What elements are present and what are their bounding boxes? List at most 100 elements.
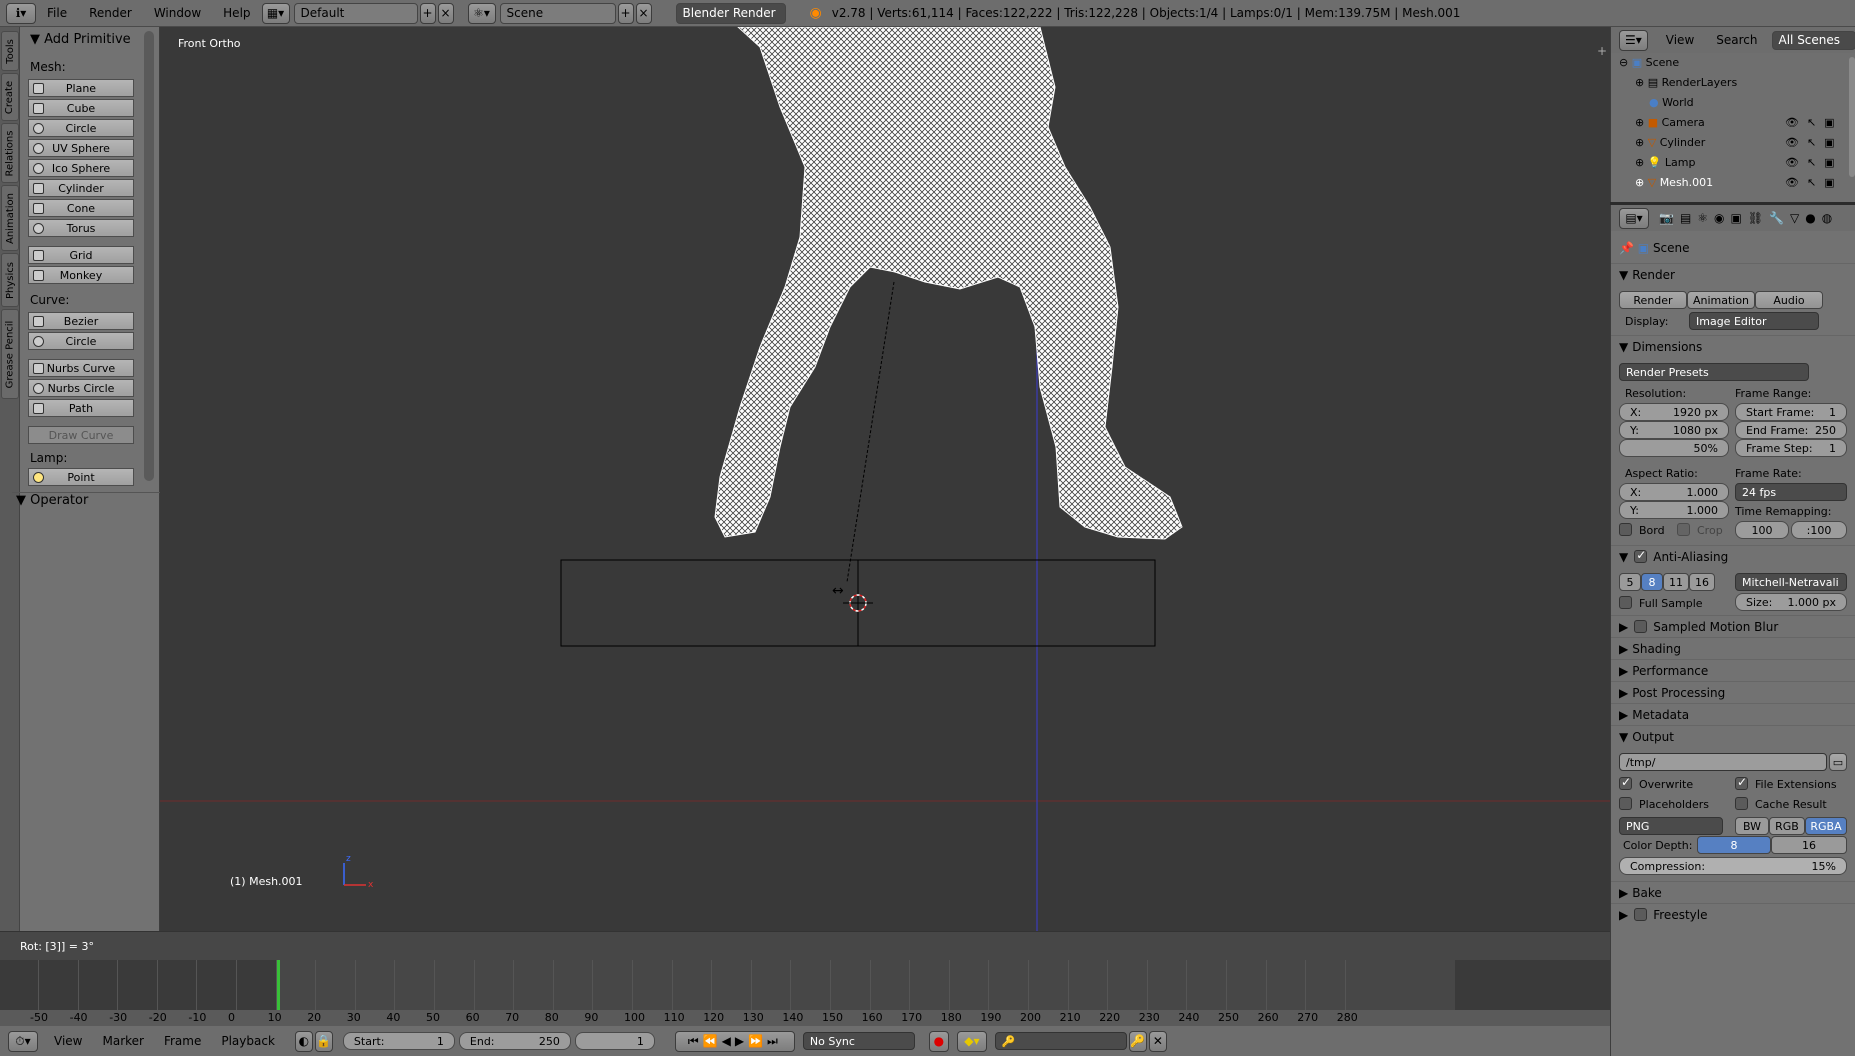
lock-icon[interactable]: 🔒 bbox=[314, 1030, 333, 1052]
filter-size-field[interactable]: Size: 1.000 px bbox=[1735, 593, 1847, 611]
outliner-menu-search[interactable]: Search bbox=[1716, 33, 1757, 47]
frame-rate-select[interactable]: 24 fps bbox=[1735, 483, 1847, 501]
outliner-item-mesh001[interactable]: ⊕ ▽ Mesh.001 bbox=[1635, 176, 1713, 189]
end-frame-field[interactable]: End: 250 bbox=[458, 1032, 571, 1050]
aspect-x-field[interactable]: X: 1.000 bbox=[1619, 483, 1729, 501]
outliner-item-world[interactable]: ● World bbox=[1649, 96, 1694, 109]
end-frame-field[interactable]: End Frame: 250 bbox=[1735, 421, 1847, 439]
aa-samples-11[interactable]: 11 bbox=[1663, 573, 1689, 591]
visibility-toggles[interactable]: 👁↖▣ bbox=[1785, 156, 1843, 169]
aa-filter-select[interactable]: Mitchell-Netravali bbox=[1735, 573, 1847, 591]
add-circle-button[interactable]: Circle bbox=[28, 119, 134, 137]
playback-controls[interactable]: ⏮⏪◀▶⏩⏭ bbox=[674, 1030, 795, 1052]
menu-file[interactable]: File bbox=[47, 6, 67, 20]
add-uv-sphere-button[interactable]: UV Sphere bbox=[28, 139, 134, 157]
output-path-input[interactable]: /tmp/ bbox=[1619, 753, 1827, 771]
menu-render[interactable]: Render bbox=[89, 6, 132, 20]
border-checkbox[interactable] bbox=[1619, 523, 1632, 536]
freestyle-panel-header[interactable]: ▶ Freestyle bbox=[1611, 903, 1855, 925]
bake-panel-header[interactable]: ▶ Bake bbox=[1611, 881, 1855, 903]
add-layout-icon[interactable]: + bbox=[419, 2, 436, 24]
layout-icon[interactable]: ▦▾ bbox=[261, 2, 290, 24]
timeline-menu-view[interactable]: View bbox=[54, 1034, 82, 1048]
color-mode-rgb[interactable]: RGB bbox=[1769, 817, 1805, 835]
keying-icon[interactable]: ◐ bbox=[294, 1030, 313, 1052]
anti-aliasing-panel-header[interactable]: ▼ Anti-Aliasing bbox=[1611, 545, 1855, 567]
start-frame-field[interactable]: Start Frame: 1 bbox=[1735, 403, 1847, 421]
add-grid-button[interactable]: Grid bbox=[28, 246, 134, 264]
remove-layout-icon[interactable]: × bbox=[437, 2, 454, 24]
crop-checkbox[interactable] bbox=[1677, 523, 1690, 536]
tab-create[interactable]: Create bbox=[1, 73, 19, 121]
add-point-lamp-button[interactable]: Point bbox=[28, 468, 134, 486]
compression-slider[interactable]: Compression: 15% bbox=[1619, 857, 1847, 875]
info-editor-icon[interactable]: ℹ▾ bbox=[6, 2, 36, 24]
performance-panel-header[interactable]: ▶ Performance bbox=[1611, 659, 1855, 681]
menu-window[interactable]: Window bbox=[154, 6, 201, 20]
context-tabs[interactable]: 📷▤⚛◉▣⛓🔧▽●◍ bbox=[1659, 211, 1838, 225]
color-depth-16[interactable]: 16 bbox=[1771, 836, 1847, 854]
visibility-toggles[interactable]: 👁↖▣ bbox=[1785, 136, 1843, 149]
tab-grease-pencil[interactable]: Grease Pencil bbox=[1, 309, 19, 399]
file-extensions-checkbox[interactable] bbox=[1735, 775, 1748, 790]
frame-step-field[interactable]: Frame Step: 1 bbox=[1735, 439, 1847, 457]
add-torus-button[interactable]: Torus bbox=[28, 219, 134, 237]
3d-viewport[interactable]: Front Ortho ↔ z x + (1) Mesh.001 bbox=[160, 27, 1610, 931]
keying-set-select[interactable]: 🔑 bbox=[994, 1032, 1127, 1050]
aa-samples-8[interactable]: 8 bbox=[1641, 573, 1663, 591]
add-primitive-header[interactable]: ▼ Add Primitive bbox=[30, 32, 131, 47]
start-frame-field[interactable]: Start: 1 bbox=[342, 1032, 455, 1050]
add-ico-sphere-button[interactable]: Ico Sphere bbox=[28, 159, 134, 177]
add-path-button[interactable]: Path bbox=[28, 399, 134, 417]
timeline-menu-marker[interactable]: Marker bbox=[102, 1034, 143, 1048]
outliner-item-renderlayers[interactable]: ⊕ ▤ RenderLayers bbox=[1635, 76, 1737, 89]
timeline-editor-icon[interactable]: ⏱▾ bbox=[8, 1030, 38, 1052]
render-button[interactable]: Render bbox=[1619, 291, 1687, 309]
resolution-y-field[interactable]: Y: 1080 px bbox=[1619, 421, 1729, 439]
full-sample-checkbox[interactable] bbox=[1619, 596, 1632, 609]
browse-folder-icon[interactable]: ▭ bbox=[1829, 753, 1847, 771]
animation-button[interactable]: Animation bbox=[1687, 291, 1755, 309]
outliner-menu-view[interactable]: View bbox=[1666, 33, 1694, 47]
add-bezier-button[interactable]: Bezier bbox=[28, 312, 134, 330]
motion-blur-panel-header[interactable]: ▶ Sampled Motion Blur bbox=[1611, 615, 1855, 637]
timeline-menu-playback[interactable]: Playback bbox=[221, 1034, 275, 1048]
outliner-scrollbar[interactable] bbox=[1849, 57, 1855, 177]
record-icon[interactable]: ● bbox=[928, 1030, 949, 1052]
placeholders-checkbox[interactable] bbox=[1619, 797, 1632, 810]
remove-scene-icon[interactable]: × bbox=[635, 2, 652, 24]
delete-keyframe-icon[interactable]: ✕ bbox=[1148, 1030, 1167, 1052]
aa-samples-16[interactable]: 16 bbox=[1689, 573, 1715, 591]
anti-aliasing-checkbox[interactable] bbox=[1634, 548, 1648, 563]
remap-old-field[interactable]: 100 bbox=[1735, 521, 1789, 539]
color-depth-8[interactable]: 8 bbox=[1697, 836, 1771, 854]
motion-blur-checkbox[interactable] bbox=[1634, 620, 1648, 633]
render-engine-select[interactable]: Blender Render bbox=[675, 2, 786, 24]
scene-field[interactable]: Scene bbox=[499, 2, 616, 24]
outliner-item-lamp[interactable]: ⊕ 💡 Lamp bbox=[1635, 156, 1696, 169]
add-nurbs-circle-button[interactable]: Nurbs Circle bbox=[28, 379, 134, 397]
sync-mode-select[interactable]: No Sync bbox=[802, 1032, 915, 1050]
outliner-item-scene[interactable]: ⊖ ▣ Scene bbox=[1619, 56, 1679, 69]
dimensions-panel-header[interactable]: ▼ Dimensions bbox=[1611, 335, 1855, 357]
resolution-x-field[interactable]: X: 1920 px bbox=[1619, 403, 1729, 421]
tab-physics[interactable]: Physics bbox=[1, 253, 19, 307]
visibility-toggles[interactable]: 👁↖▣ bbox=[1785, 176, 1843, 189]
layout-field[interactable]: Default bbox=[293, 2, 418, 24]
aspect-y-field[interactable]: Y: 1.000 bbox=[1619, 501, 1729, 519]
add-cone-button[interactable]: Cone bbox=[28, 199, 134, 217]
add-cube-button[interactable]: Cube bbox=[28, 99, 134, 117]
tab-relations[interactable]: Relations bbox=[1, 123, 19, 183]
render-panel-header[interactable]: ▼ Render bbox=[1611, 263, 1855, 285]
resolution-percent-field[interactable]: 50% bbox=[1619, 439, 1729, 457]
scene-icon[interactable]: ⚛▾ bbox=[467, 2, 496, 24]
render-presets-select[interactable]: Render Presets bbox=[1619, 363, 1809, 381]
current-frame-field[interactable]: 1 bbox=[574, 1032, 655, 1050]
post-processing-panel-header[interactable]: ▶ Post Processing bbox=[1611, 681, 1855, 703]
menu-help[interactable]: Help bbox=[223, 6, 250, 20]
metadata-panel-header[interactable]: ▶ Metadata bbox=[1611, 703, 1855, 725]
add-monkey-button[interactable]: Monkey bbox=[28, 266, 134, 284]
file-format-select[interactable]: PNG bbox=[1619, 817, 1723, 835]
outliner-item-camera[interactable]: ⊕ ■ Camera bbox=[1635, 116, 1705, 129]
add-scene-icon[interactable]: + bbox=[617, 2, 634, 24]
